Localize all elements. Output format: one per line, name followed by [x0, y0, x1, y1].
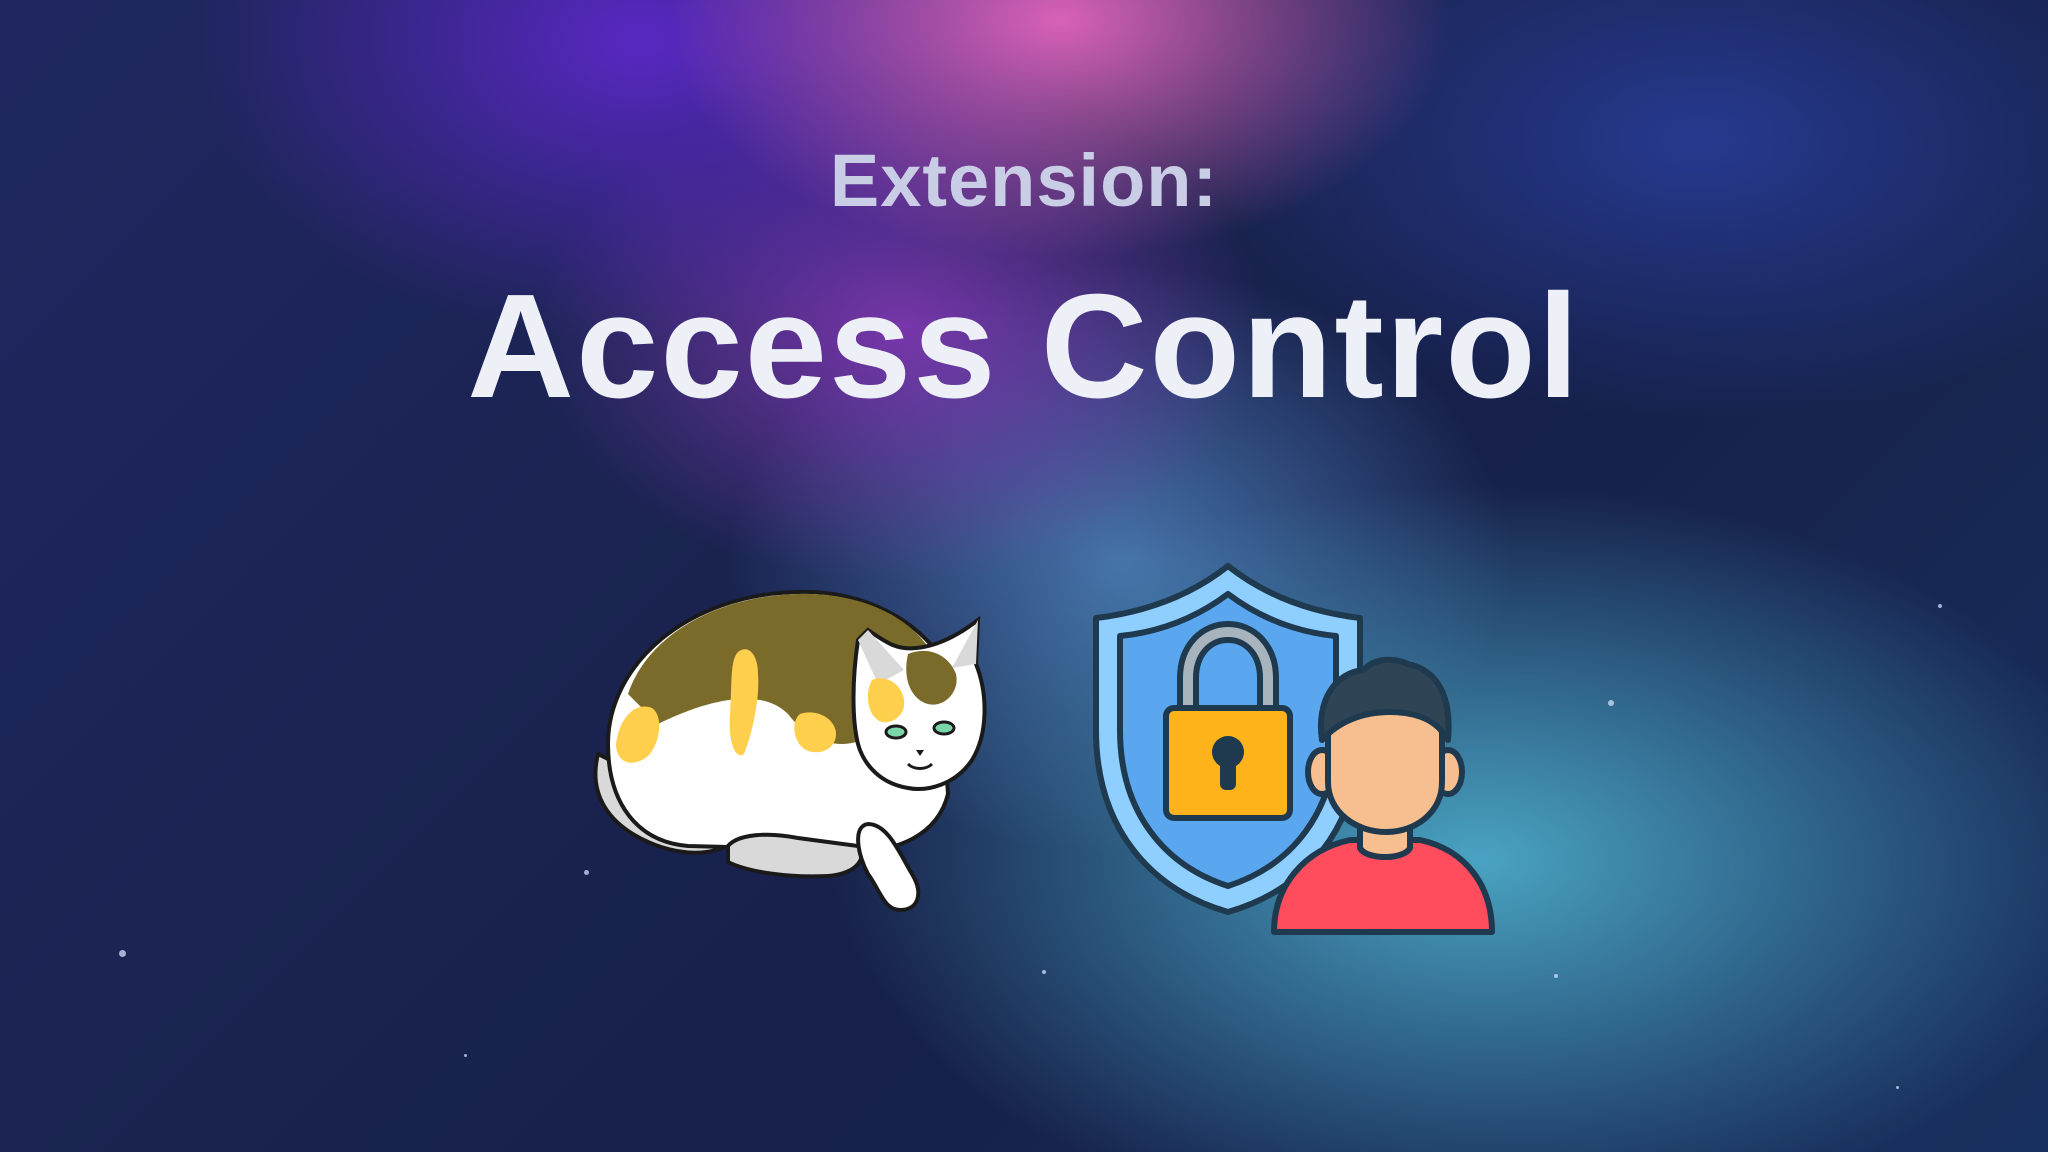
star-decoration: [1554, 974, 1558, 978]
star-decoration: [1608, 700, 1614, 706]
slide: Extension: Access Control: [0, 0, 2048, 1152]
cat-icon: [593, 589, 987, 913]
page-title: Access Control: [467, 264, 1581, 429]
security-user-icon: [1093, 563, 1495, 935]
star-decoration: [119, 950, 126, 957]
star-decoration: [1042, 970, 1046, 974]
star-decoration: [1896, 1086, 1899, 1089]
star-decoration: [1938, 604, 1942, 608]
subtitle: Extension:: [829, 139, 1219, 222]
star-decoration: [464, 1054, 467, 1057]
